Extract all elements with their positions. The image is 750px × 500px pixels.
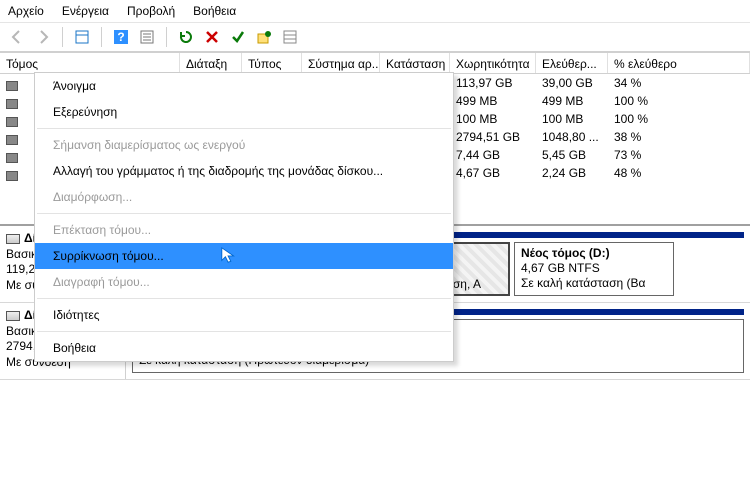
cell-free: 100 MB xyxy=(536,110,608,128)
volume-icon xyxy=(6,150,18,162)
ctx-separator xyxy=(37,331,451,332)
cell-free: 39,00 GB xyxy=(536,74,608,92)
ctx-format: Διαμόρφωση... xyxy=(35,184,453,210)
cell-pct: 34 % xyxy=(608,74,750,92)
ctx-separator xyxy=(37,128,451,129)
ctx-delete: Διαγραφή τόμου... xyxy=(35,269,453,295)
cell-capacity: 113,97 GB xyxy=(450,74,536,92)
toolbar-separator xyxy=(101,27,102,47)
part-size: 4,67 GB NTFS xyxy=(521,261,667,276)
menubar: Αρχείο Ενέργεια Προβολή Βοήθεια xyxy=(0,0,750,23)
col-type[interactable]: Τύπος xyxy=(242,53,302,73)
col-free[interactable]: Ελεύθερ... xyxy=(536,53,608,73)
cell-free: 2,24 GB xyxy=(536,164,608,182)
col-status[interactable]: Κατάσταση xyxy=(380,53,450,73)
ctx-extend: Επέκταση τόμου... xyxy=(35,217,453,243)
cell-free: 499 MB xyxy=(536,92,608,110)
ctx-help[interactable]: Βοήθεια xyxy=(35,335,453,361)
cell-capacity: 7,44 GB xyxy=(450,146,536,164)
partition[interactable]: Νέος τόμος (D:) 4,67 GB NTFS Σε καλή κατ… xyxy=(514,242,674,296)
disk-icon xyxy=(6,311,20,321)
svg-text:?: ? xyxy=(117,30,124,44)
menu-action[interactable]: Ενέργεια xyxy=(62,4,109,18)
cell-pct: 73 % xyxy=(608,146,750,164)
new-volume-icon[interactable] xyxy=(253,26,275,48)
table-header: Τόμος Διάταξη Τύπος Σύστημα αρ... Κατάστ… xyxy=(0,52,750,74)
cell-pct: 100 % xyxy=(608,92,750,110)
cell-capacity: 2794,51 GB xyxy=(450,128,536,146)
menu-help[interactable]: Βοήθεια xyxy=(193,4,236,18)
part-name: Νέος τόμος (D:) xyxy=(521,246,667,261)
toolbar-separator xyxy=(166,27,167,47)
checkmark-icon[interactable] xyxy=(227,26,249,48)
volume-icon xyxy=(6,168,18,180)
delete-icon[interactable] xyxy=(201,26,223,48)
volume-icon xyxy=(6,132,18,144)
col-fs[interactable]: Σύστημα αρ... xyxy=(302,53,380,73)
list-icon[interactable] xyxy=(279,26,301,48)
cell-capacity: 100 MB xyxy=(450,110,536,128)
cell-pct: 38 % xyxy=(608,128,750,146)
ctx-shrink[interactable]: Συρρίκνωση τόμου... xyxy=(35,243,453,269)
toolbar-separator xyxy=(62,27,63,47)
menu-view[interactable]: Προβολή xyxy=(127,4,175,18)
cell-free: 5,45 GB xyxy=(536,146,608,164)
ctx-explore[interactable]: Εξερεύνηση xyxy=(35,99,453,125)
context-menu: Άνοιγμα Εξερεύνηση Σήμανση διαμερίσματος… xyxy=(34,72,454,362)
ctx-mark-active: Σήμανση διαμερίσματος ως ενεργού xyxy=(35,132,453,158)
ctx-change-letter[interactable]: Αλλαγή του γράμματος ή της διαδρομής της… xyxy=(35,158,453,184)
views-button[interactable] xyxy=(71,26,93,48)
help-icon[interactable]: ? xyxy=(110,26,132,48)
menu-file[interactable]: Αρχείο xyxy=(8,4,44,18)
volume-icon xyxy=(6,114,18,126)
ctx-open[interactable]: Άνοιγμα xyxy=(35,73,453,99)
ctx-properties[interactable]: Ιδιότητες xyxy=(35,302,453,328)
cell-free: 1048,80 ... xyxy=(536,128,608,146)
refresh-icon[interactable] xyxy=(175,26,197,48)
volume-icon xyxy=(6,96,18,108)
disk-icon xyxy=(6,234,20,244)
volume-icon xyxy=(6,78,18,90)
col-capacity[interactable]: Χωρητικότητα xyxy=(450,53,536,73)
col-layout[interactable]: Διάταξη xyxy=(180,53,242,73)
forward-button xyxy=(32,26,54,48)
col-pctfree[interactable]: % ελεύθερο xyxy=(608,53,750,73)
ctx-separator xyxy=(37,298,451,299)
cell-pct: 48 % xyxy=(608,164,750,182)
cell-pct: 100 % xyxy=(608,110,750,128)
part-status: Σε καλή κατάσταση (Βα xyxy=(521,276,667,291)
ctx-separator xyxy=(37,213,451,214)
properties-icon[interactable] xyxy=(136,26,158,48)
cell-capacity: 499 MB xyxy=(450,92,536,110)
back-button xyxy=(6,26,28,48)
cell-capacity: 4,67 GB xyxy=(450,164,536,182)
toolbar: ? xyxy=(0,23,750,52)
col-volume[interactable]: Τόμος xyxy=(0,53,180,73)
